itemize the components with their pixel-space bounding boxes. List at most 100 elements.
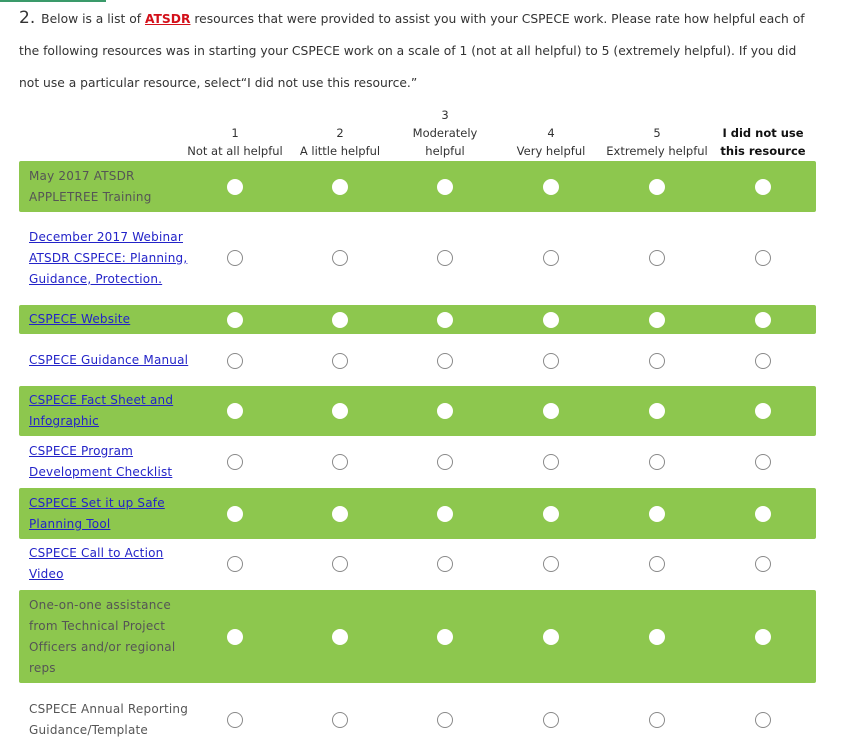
radio-option-1[interactable]	[227, 250, 243, 266]
radio-option-1[interactable]	[227, 311, 243, 328]
radio-option-3[interactable]	[437, 454, 453, 470]
matrix-row: CSPECE Annual Reporting Guidance/Templat…	[19, 686, 816, 753]
radio-option-4[interactable]	[543, 403, 559, 419]
radio-option-5[interactable]	[649, 403, 665, 419]
resource-link[interactable]: CSPECE Set it up Safe Planning Tool	[29, 493, 191, 535]
row-label: May 2017 ATSDR APPLETREE Training	[29, 161, 191, 212]
matrix-row: CSPECE Call to Action Video	[19, 541, 816, 587]
atsdr-link[interactable]: ATSDR	[145, 12, 190, 26]
radio-option-2[interactable]	[332, 352, 348, 369]
radio-option-2[interactable]	[332, 556, 348, 572]
radio-option-1[interactable]	[227, 505, 243, 522]
resource-link[interactable]: CSPECE Call to Action Video	[29, 543, 191, 585]
radio-option-1[interactable]	[227, 454, 243, 470]
column-header-6: I did not use this resource	[710, 104, 816, 160]
resource-link[interactable]: CSPECE Program Development Checklist	[29, 441, 191, 483]
resource-label: CSPECE Annual Reporting Guidance/Templat…	[29, 701, 189, 737]
radio-option-3[interactable]	[437, 352, 453, 369]
radio-option-6[interactable]	[755, 556, 771, 572]
radio-option-3[interactable]	[437, 403, 453, 419]
radio-option-5[interactable]	[649, 505, 665, 522]
matrix-row: CSPECE Fact Sheet and Infographic	[19, 386, 816, 436]
radio-option-2[interactable]	[332, 454, 348, 470]
column-header-number: 3	[441, 108, 449, 122]
radio-option-3[interactable]	[437, 178, 453, 195]
radio-option-2[interactable]	[332, 628, 348, 645]
column-header-4: 4 Very helpful	[498, 104, 604, 160]
row-label: CSPECE Call to Action Video	[29, 541, 191, 587]
column-header-label: Not at all helpful	[187, 144, 283, 158]
radio-option-5[interactable]	[649, 454, 665, 470]
radio-option-2[interactable]	[332, 178, 348, 195]
radio-option-4[interactable]	[543, 311, 559, 328]
radio-option-3[interactable]	[437, 711, 453, 728]
radio-option-5[interactable]	[649, 352, 665, 369]
radio-option-6[interactable]	[755, 711, 771, 728]
radio-option-3[interactable]	[437, 311, 453, 328]
radio-option-6[interactable]	[755, 454, 771, 470]
radio-option-5[interactable]	[649, 311, 665, 328]
column-header-label: Extremely helpful	[606, 144, 708, 158]
row-label: CSPECE Annual Reporting Guidance/Templat…	[29, 686, 191, 753]
column-header-number: 1	[231, 126, 239, 140]
resource-link[interactable]: CSPECE Guidance Manual	[29, 350, 188, 371]
radio-option-5[interactable]	[649, 556, 665, 572]
question-number: 2.	[19, 8, 36, 28]
radio-option-4[interactable]	[543, 628, 559, 645]
radio-option-1[interactable]	[227, 178, 243, 195]
resource-link[interactable]: CSPECE Website	[29, 309, 130, 330]
radio-option-4[interactable]	[543, 711, 559, 728]
radio-option-1[interactable]	[227, 628, 243, 645]
radio-option-6[interactable]	[755, 250, 771, 266]
radio-option-6[interactable]	[755, 178, 771, 195]
column-header-1: 1 Not at all helpful	[182, 104, 288, 160]
radio-option-6[interactable]	[755, 628, 771, 645]
radio-option-3[interactable]	[437, 505, 453, 522]
radio-option-1[interactable]	[227, 403, 243, 419]
matrix-row: CSPECE Set it up Safe Planning Tool	[19, 488, 816, 539]
resource-link[interactable]: December 2017 Webinar ATSDR CSPECE: Plan…	[29, 227, 191, 290]
radio-option-5[interactable]	[649, 711, 665, 728]
column-header-label: A little helpful	[299, 144, 381, 158]
radio-option-4[interactable]	[543, 505, 559, 522]
matrix-row: One-on-one assistance from Technical Pro…	[19, 590, 816, 683]
matrix-row: CSPECE Guidance Manual	[19, 337, 816, 384]
radio-option-5[interactable]	[649, 628, 665, 645]
radio-option-2[interactable]	[332, 711, 348, 728]
radio-option-6[interactable]	[755, 352, 771, 369]
radio-option-2[interactable]	[332, 250, 348, 266]
radio-option-4[interactable]	[543, 352, 559, 369]
radio-option-6[interactable]	[755, 311, 771, 328]
resource-label: May 2017 ATSDR APPLETREE Training	[29, 168, 152, 204]
radio-option-4[interactable]	[543, 250, 559, 266]
radio-option-2[interactable]	[332, 403, 348, 419]
radio-option-3[interactable]	[437, 628, 453, 645]
row-label: One-on-one assistance from Technical Pro…	[29, 590, 191, 683]
radio-option-6[interactable]	[755, 403, 771, 419]
radio-option-2[interactable]	[332, 505, 348, 522]
radio-option-1[interactable]	[227, 352, 243, 369]
radio-option-4[interactable]	[543, 178, 559, 195]
radio-option-5[interactable]	[649, 250, 665, 266]
row-label: CSPECE Guidance Manual	[29, 337, 191, 384]
radio-option-1[interactable]	[227, 556, 243, 572]
row-label: CSPECE Website	[29, 305, 191, 334]
matrix-row: December 2017 Webinar ATSDR CSPECE: Plan…	[19, 214, 816, 302]
column-header-number: 5	[653, 126, 661, 140]
radio-option-3[interactable]	[437, 250, 453, 266]
row-label: CSPECE Program Development Checklist	[29, 439, 191, 485]
question-text: 2. Below is a list of ATSDR resources th…	[19, 2, 819, 99]
radio-option-6[interactable]	[755, 505, 771, 522]
radio-option-4[interactable]	[543, 556, 559, 572]
column-headers: 1 Not at all helpful 2 A little helpful 3 Mod…	[0, 104, 843, 160]
matrix-row: CSPECE Program Development Checklist	[19, 439, 816, 485]
radio-option-3[interactable]	[437, 556, 453, 572]
matrix-row: May 2017 ATSDR APPLETREE Training	[19, 161, 816, 212]
radio-option-2[interactable]	[332, 311, 348, 328]
resource-label: One-on-one assistance from Technical Pro…	[29, 597, 176, 675]
radio-option-1[interactable]	[227, 711, 243, 728]
radio-option-5[interactable]	[649, 178, 665, 195]
column-header-5: 5 Extremely helpful	[604, 104, 710, 160]
radio-option-4[interactable]	[543, 454, 559, 470]
resource-link[interactable]: CSPECE Fact Sheet and Infographic	[29, 390, 191, 432]
